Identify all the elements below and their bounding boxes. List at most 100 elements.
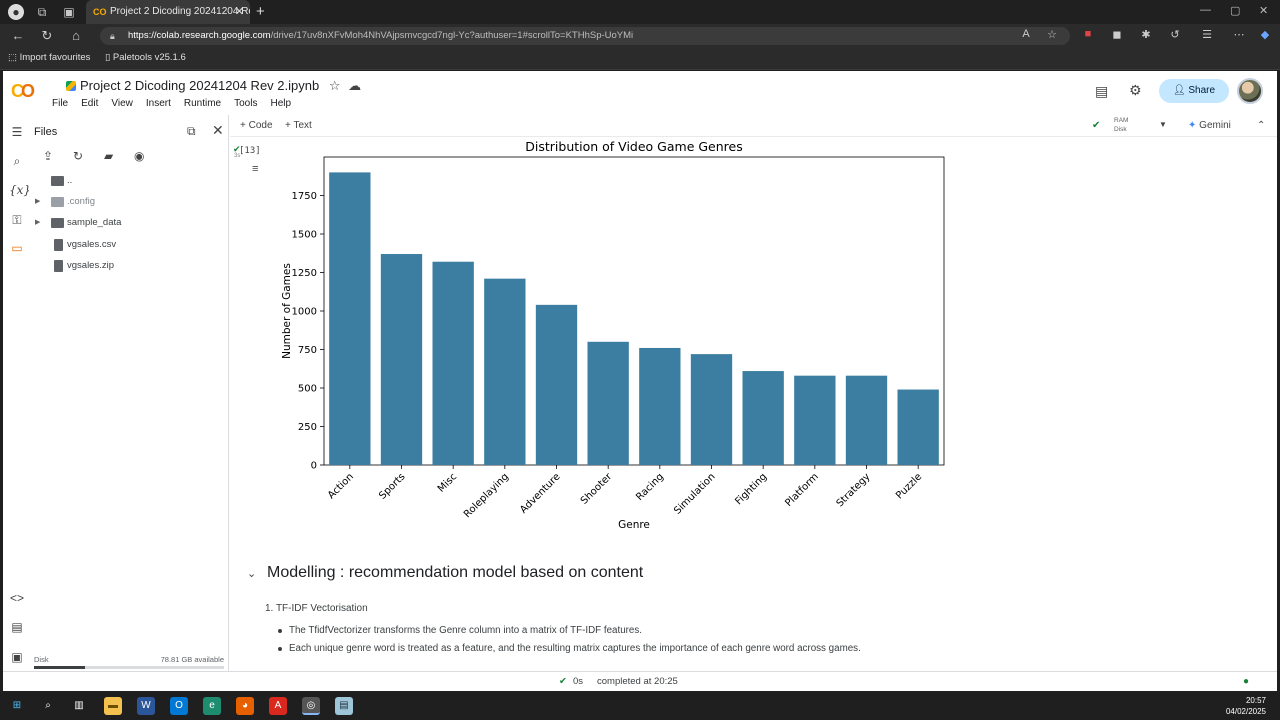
taskbar-clock[interactable]: 20:57 04/02/2025 <box>1226 695 1266 717</box>
search-icon[interactable]: ⌕ <box>9 154 25 169</box>
x-tick-label: Strategy <box>835 471 873 509</box>
code-snippets-icon[interactable]: <> <box>9 591 25 605</box>
comments-icon[interactable]: ▤ <box>1095 83 1108 100</box>
colab-header: CO Project 2 Dicoding 20241204 Rev 2.ipy… <box>3 71 1277 115</box>
command-palette-icon[interactable]: ▤ <box>9 620 25 634</box>
disk-label: Disk <box>34 655 49 664</box>
tab-actions-icon[interactable]: ▣ <box>61 4 77 20</box>
mount-drive-icon[interactable]: ▰ <box>104 149 113 163</box>
expand-arrow-icon[interactable]: ▶ <box>35 213 40 233</box>
refresh-icon[interactable]: ↻ <box>39 28 55 44</box>
x-tick-label: Simulation <box>672 471 717 516</box>
section-collapse-chevron-icon[interactable]: ⌄ <box>247 567 256 580</box>
files-panel-title: Files <box>34 126 58 138</box>
gemini-button[interactable]: ✦ Gemini <box>1188 120 1231 131</box>
acrobat-icon[interactable]: A <box>269 697 287 715</box>
add-code-button[interactable]: + Code <box>240 120 273 131</box>
terminal-icon[interactable]: ▣ <box>9 650 25 664</box>
bar-roleplaying <box>484 278 526 465</box>
new-tab-icon[interactable]: + <box>256 3 265 20</box>
menu-view[interactable]: View <box>111 98 133 109</box>
profile-icon[interactable]: ● <box>8 4 24 20</box>
secrets-key-icon[interactable]: ⚿ <box>9 213 25 228</box>
runtime-dropdown-icon[interactable]: ▼ <box>1159 120 1167 129</box>
y-tick-label: 500 <box>298 384 317 395</box>
back-icon[interactable]: ← <box>10 28 26 43</box>
execution-count[interactable]: [13] <box>239 146 261 156</box>
close-panel-icon[interactable]: ✕ <box>212 122 224 139</box>
menu-runtime[interactable]: Runtime <box>184 98 221 109</box>
collapse-icon[interactable]: ⌃ <box>1257 120 1265 131</box>
expand-arrow-icon[interactable]: ▶ <box>35 192 40 212</box>
toc-icon[interactable]: ☰ <box>9 125 25 139</box>
add-text-button[interactable]: + Text <box>285 120 312 131</box>
notepad-icon[interactable]: ▤ <box>335 697 353 715</box>
ram-disk-indicator[interactable]: RAM Disk <box>1114 116 1128 134</box>
favorites-icon[interactable]: ☰ <box>1200 28 1214 41</box>
file-row-parent[interactable]: .. <box>29 171 227 191</box>
outlook-icon[interactable]: O <box>170 697 188 715</box>
y-tick-label: 1750 <box>292 191 317 202</box>
maximize-icon[interactable]: ▢ <box>1230 4 1240 17</box>
colab-favicon: CO <box>93 7 107 17</box>
colab-logo[interactable]: CO <box>11 81 35 102</box>
menu-file[interactable]: File <box>52 98 68 109</box>
menu-insert[interactable]: Insert <box>146 98 171 109</box>
file-explorer-icon[interactable]: ▬ <box>104 697 122 715</box>
tab-colab[interactable]: CO Project 2 Dicoding 20241204 Rev ✕ <box>86 0 250 24</box>
workspaces-icon[interactable]: ⧉ <box>34 4 50 20</box>
favorite-star-icon[interactable]: ☆ <box>1045 28 1059 41</box>
x-tick-label: Action <box>326 471 356 501</box>
open-in-tab-icon[interactable]: ⧉ <box>187 124 196 139</box>
bar-strategy <box>845 375 888 465</box>
variables-icon[interactable]: {x} <box>9 183 31 197</box>
edge-icon[interactable]: e <box>203 697 221 715</box>
browser-active-icon[interactable]: ◎ <box>302 697 320 715</box>
more-icon[interactable]: ⋯ <box>1232 28 1246 41</box>
menu-edit[interactable]: Edit <box>81 98 98 109</box>
extension-icon[interactable]: ■ <box>1081 28 1095 40</box>
firefox-icon[interactable]: ◕ <box>236 697 254 715</box>
share-button[interactable]: 👤︎ Share <box>1159 79 1229 103</box>
refresh-files-icon[interactable]: ↻ <box>73 149 83 163</box>
files-folder-icon[interactable]: ▭ <box>9 241 25 255</box>
settings-gear-icon[interactable]: ⚙ <box>1129 82 1142 99</box>
favorite-paletools[interactable]: ▯ Paletools v25.1.6 <box>105 52 186 63</box>
close-tab-icon[interactable]: ✕ <box>235 0 244 24</box>
status-completed[interactable]: completed at 20:25 <box>597 676 678 687</box>
read-aloud-icon[interactable]: A <box>1019 28 1033 40</box>
word-icon[interactable]: W <box>137 697 155 715</box>
favorite-import[interactable]: ⬚ Import favourites <box>8 52 90 63</box>
copilot-icon[interactable]: ◆ <box>1258 28 1272 41</box>
menu-bar: File Edit View Insert Runtime Tools Help <box>52 98 304 109</box>
cloud-icon[interactable]: ☁ <box>348 78 361 93</box>
output-actions-icon[interactable]: ≡ <box>252 163 258 175</box>
windows-taskbar: ⊞ ⌕ ▥ ▬ W O e ◕ A ◎ ▤ 20:57 04/02/2025 <box>0 692 1280 720</box>
url-field[interactable]: 🔒︎ https://colab.research.google.com/dri… <box>100 27 1070 45</box>
disk-usage-fill <box>34 666 86 669</box>
avatar[interactable] <box>1237 78 1263 104</box>
close-window-icon[interactable]: ✕ <box>1259 4 1268 17</box>
windows-start-icon[interactable]: ⊞ <box>8 697 26 715</box>
file-icon <box>54 239 63 251</box>
file-row-config[interactable]: ▶ .config <box>29 192 227 212</box>
menu-help[interactable]: Help <box>270 98 291 109</box>
file-row-vgsales-csv[interactable]: vgsales.csv <box>29 235 227 255</box>
task-view-icon[interactable]: ▥ <box>70 697 88 715</box>
file-row-sample-data[interactable]: ▶ sample_data <box>29 213 227 233</box>
extensions-icon[interactable]: ✱ <box>1139 28 1153 41</box>
home-icon[interactable]: ⌂ <box>68 28 84 43</box>
url-host: https://colab.research.google.com <box>128 30 271 41</box>
minimize-icon[interactable]: — <box>1200 4 1211 16</box>
menu-tools[interactable]: Tools <box>234 98 257 109</box>
upload-file-icon[interactable]: ⇪ <box>43 149 53 163</box>
taskbar-search-icon[interactable]: ⌕ <box>39 697 57 715</box>
sync-icon[interactable]: ↺ <box>1168 28 1182 41</box>
bar-misc <box>432 261 474 465</box>
notebook-title[interactable]: Project 2 Dicoding 20241204 Rev 2.ipynb … <box>66 78 361 94</box>
bar-shooter <box>587 341 629 465</box>
show-hidden-eye-icon[interactable]: ◉ <box>134 149 144 163</box>
extension-b-icon[interactable]: ◼ <box>1110 28 1124 41</box>
star-icon[interactable]: ☆ <box>329 78 341 93</box>
file-row-vgsales-zip[interactable]: vgsales.zip <box>29 256 227 276</box>
